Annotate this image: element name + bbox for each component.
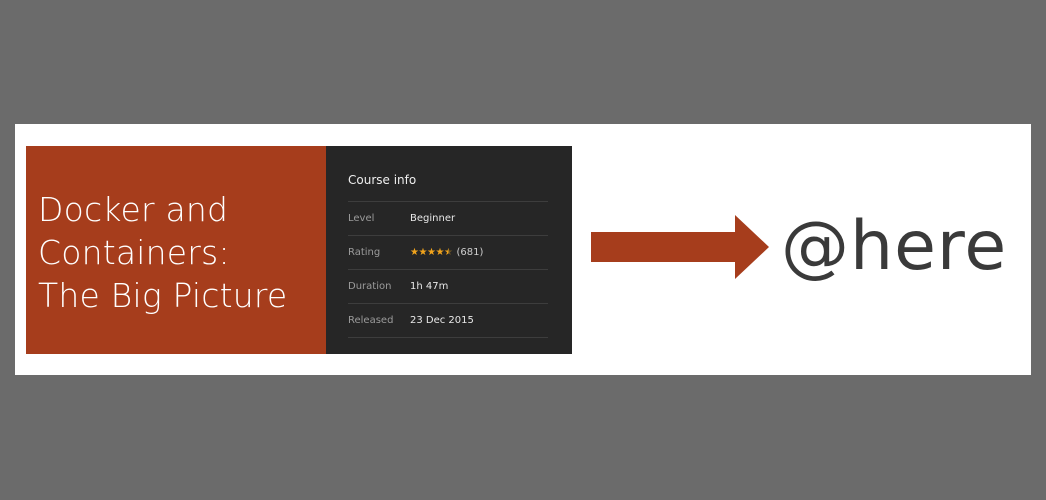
- star-icon: ★: [427, 246, 436, 258]
- info-row-rating: Rating ★ ★ ★ ★ ★ (681): [348, 236, 548, 270]
- course-title-line-1: Docker and: [38, 190, 229, 229]
- info-label-duration: Duration: [348, 281, 392, 292]
- rating-count: (681): [456, 247, 484, 258]
- info-value-duration: 1h 47m: [410, 281, 449, 292]
- info-row-level: Level Beginner: [348, 202, 548, 236]
- info-value-released: 23 Dec 2015: [410, 315, 474, 326]
- star-icon: ★: [410, 246, 419, 258]
- course-card: Docker and Containers: The Big Picture C…: [26, 146, 572, 354]
- course-info-rows: Level Beginner Rating ★ ★ ★ ★ ★ (681) Du…: [348, 201, 548, 338]
- course-title: Docker and Containers: The Big Picture: [26, 146, 326, 354]
- info-row-duration: Duration 1h 47m: [348, 270, 548, 304]
- info-label-rating: Rating: [348, 247, 381, 258]
- course-info-heading: Course info: [348, 173, 417, 187]
- arrow-right-icon: [591, 215, 769, 279]
- rating-stars: ★ ★ ★ ★ ★: [410, 246, 453, 258]
- info-value-level: Beginner: [410, 213, 456, 224]
- info-value-rating: ★ ★ ★ ★ ★ (681): [410, 247, 483, 258]
- info-label-level: Level: [348, 213, 375, 224]
- star-icon: ★: [435, 246, 445, 258]
- info-label-released: Released: [348, 315, 394, 326]
- star-icon: ★: [418, 246, 428, 258]
- course-title-line-2: Containers:: [38, 233, 230, 272]
- course-title-line-3: The Big Picture: [38, 276, 288, 315]
- half-star-icon: ★: [444, 246, 453, 258]
- slide: Docker and Containers: The Big Picture C…: [15, 124, 1031, 375]
- here-mention: @here: [781, 207, 1008, 286]
- course-info-panel: Course info Level Beginner Rating ★ ★ ★ …: [326, 146, 572, 354]
- info-row-released: Released 23 Dec 2015: [348, 304, 548, 338]
